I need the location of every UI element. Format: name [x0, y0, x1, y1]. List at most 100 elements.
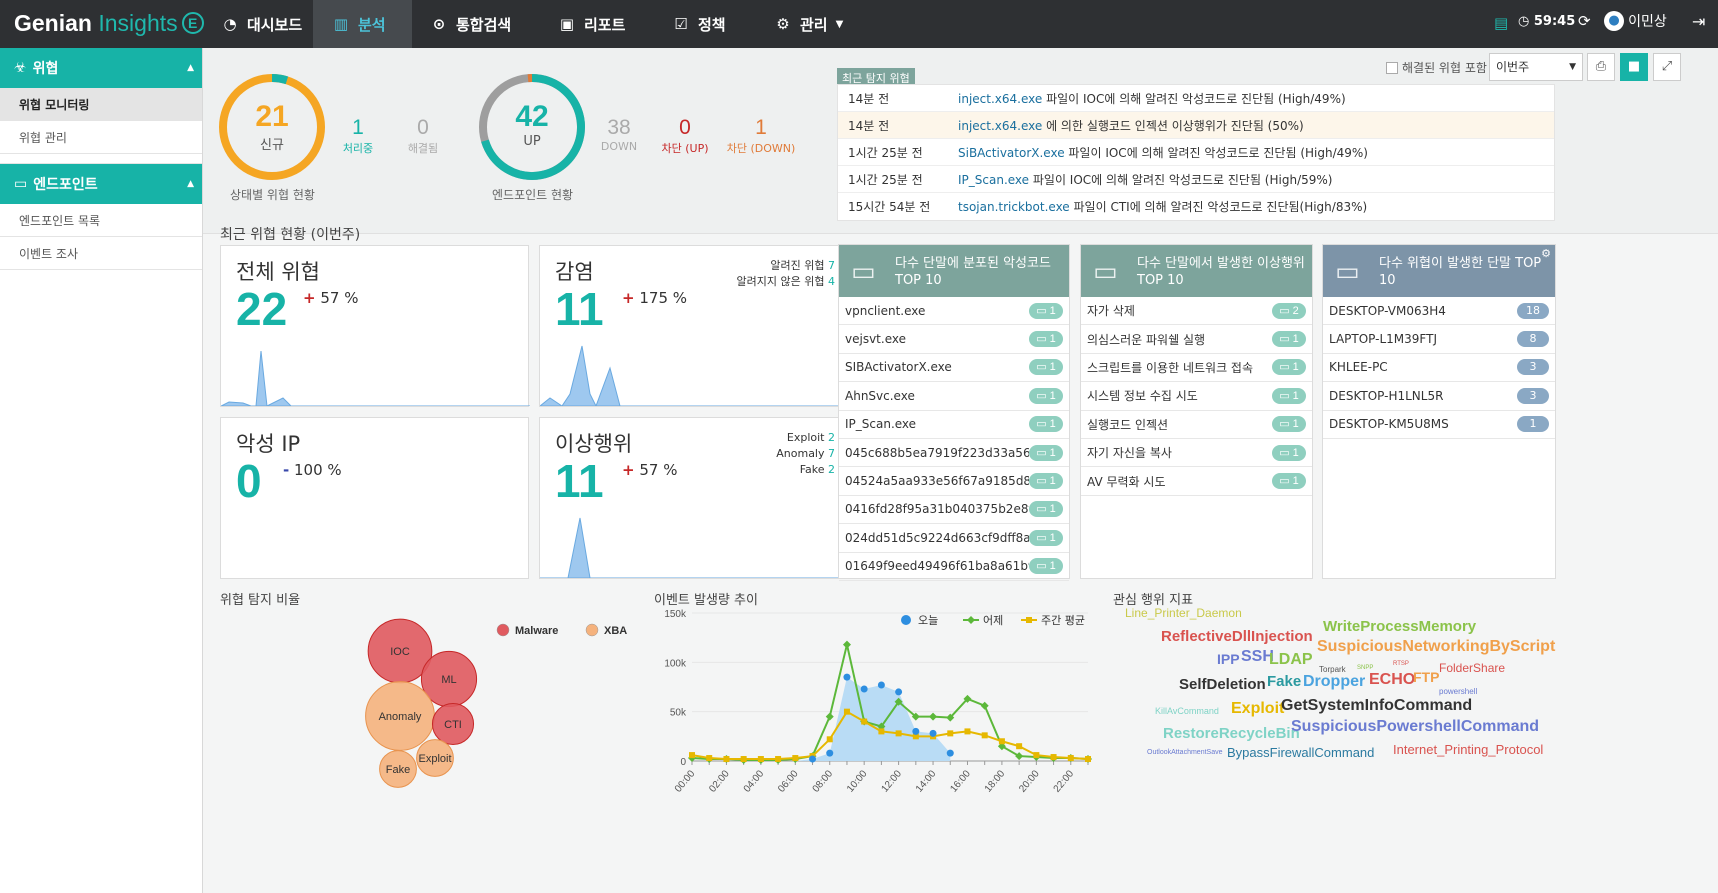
row-file-link[interactable]: inject.x64.exe: [958, 119, 1042, 133]
list-item[interactable]: AhnSvc.exe ▭ 1: [839, 382, 1069, 411]
list-item[interactable]: 자가 삭제 ▭ 2: [1081, 297, 1312, 326]
word-cloud-term[interactable]: Line_Printer_Daemon: [1125, 606, 1242, 620]
gear-icon: ⚙: [776, 15, 790, 33]
list-item[interactable]: IP_Scan.exe ▭ 1: [839, 411, 1069, 439]
nav-policy[interactable]: ☑ 정책: [650, 0, 750, 48]
stat-blocked-up[interactable]: 0 차단 (UP): [659, 116, 711, 156]
threat-donut-caption: 상태별 위협 현황: [230, 188, 315, 202]
card-malicious-ip[interactable]: 악성 IP 0 - 100 %: [220, 417, 529, 579]
word-cloud-term[interactable]: SelfDeletion: [1179, 676, 1266, 693]
list-item[interactable]: KHLEE-PC 3: [1323, 354, 1555, 383]
include-resolved-label: 해결된 위협 포함: [1402, 61, 1487, 75]
count-badge: ▭ 1: [1272, 359, 1306, 376]
word-cloud-term[interactable]: SuspiciousNetworkingByScript: [1317, 638, 1555, 656]
table-row[interactable]: 14분 전 inject.x64.exe 에 의한 실행코드 인젝션 이상행위가 …: [838, 112, 1554, 139]
word-cloud-term[interactable]: SuspiciousPowershellCommand: [1291, 718, 1539, 736]
stop-button[interactable]: ■: [1620, 53, 1648, 81]
word-cloud-term[interactable]: RTSP: [1393, 661, 1409, 667]
nav-analysis[interactable]: ▥ 분석: [313, 0, 412, 48]
word-cloud-term[interactable]: GetSystemInfoCommand: [1281, 697, 1472, 715]
blocked-up-count: 0: [679, 116, 691, 139]
list-item[interactable]: vejsvt.exe ▭ 1: [839, 325, 1069, 354]
word-cloud-term[interactable]: ECHO: [1369, 671, 1415, 689]
sidebar-item-threat-management[interactable]: 위협 관리: [0, 121, 202, 154]
list-item[interactable]: DESKTOP-VM063H4 18: [1323, 297, 1555, 326]
word-cloud-term[interactable]: FolderShare: [1439, 661, 1505, 675]
word-cloud-term[interactable]: BypassFirewallCommand: [1227, 745, 1374, 760]
fullscreen-button[interactable]: ⤢: [1653, 53, 1681, 81]
print-button[interactable]: ⎙: [1587, 53, 1615, 81]
list-item[interactable]: LAPTOP-L1M39FTJ 8: [1323, 325, 1555, 354]
genian-insights-logo[interactable]: Genian Insights E: [14, 10, 204, 37]
list-item[interactable]: 024dd51d5c9224d663cf9dff8a8e37...▭ 1: [839, 524, 1069, 553]
word-cloud-term[interactable]: IPP: [1217, 651, 1240, 667]
list-item[interactable]: 01649f9eed49496f61ba8a61b989de...▭ 1: [839, 553, 1069, 581]
word-cloud-term[interactable]: FTP: [1413, 669, 1439, 685]
sidebar-item-endpoint-list[interactable]: 엔드포인트 목록: [0, 204, 202, 237]
sidebar-item-threat-monitoring[interactable]: 위협 모니터링: [0, 88, 202, 121]
side-value: 2: [828, 463, 835, 476]
row-file-link[interactable]: SiBActivatorX.exe: [958, 146, 1065, 160]
table-row[interactable]: 14분 전 inject.x64.exe 파일이 IOC에 의해 알려진 악성코드…: [838, 85, 1554, 112]
word-cloud-term[interactable]: powershell: [1439, 687, 1477, 696]
list-item[interactable]: vpnclient.exe ▭ 1: [839, 297, 1069, 326]
list-item[interactable]: 시스템 정보 수집 시도 ▭ 1: [1081, 382, 1312, 411]
series-point: [878, 728, 885, 735]
refresh-icon[interactable]: ⟳: [1578, 12, 1591, 30]
panel-header: ▭ ⚙ 다수 위협이 발생한 단말 TOP 10: [1323, 245, 1555, 297]
nav-report[interactable]: ▣ 리포트: [536, 0, 644, 48]
logout-icon[interactable]: ⇥: [1692, 12, 1705, 31]
row-file-link[interactable]: IP_Scan.exe: [958, 173, 1029, 187]
row-text: 파일이 IOC에 의해 알려진 악성코드로 진단됨 (High/49%): [1042, 91, 1346, 106]
word-cloud-term[interactable]: OutlookAttachmentSave: [1147, 749, 1223, 756]
card-infection[interactable]: 감염 11 + 175 % 알려진 위협 7 알려지지 않은 위협 4: [539, 245, 849, 407]
panel-list: vpnclient.exe ▭ 1 vejsvt.exe ▭ 1 SIBActivato…: [839, 297, 1069, 581]
user-menu[interactable]: ● 이민상: [1604, 11, 1667, 31]
monitor-icon: ▭: [1335, 257, 1360, 287]
monitor-icon: ▭: [1279, 361, 1293, 374]
nav-admin[interactable]: ⚙ 관리 ▼: [752, 0, 872, 48]
stat-blocked-down[interactable]: 1 차단 (DOWN): [725, 116, 797, 156]
list-item[interactable]: 045c688b5ea7919f223d33a56e16e4...▭ 1: [839, 439, 1069, 468]
nav-unified-search[interactable]: ⊙ 통합검색: [408, 0, 543, 48]
list-item[interactable]: 04524a5aa933e56f67a9185d82f616...▭ 1: [839, 467, 1069, 496]
list-item[interactable]: 자기 자신을 복사 ▭ 1: [1081, 439, 1312, 468]
table-row[interactable]: 1시간 25분 전 SiBActivatorX.exe 파일이 IOC에 의해 알…: [838, 139, 1554, 166]
word-cloud-term[interactable]: WriteProcessMemory: [1323, 618, 1476, 635]
stat-resolved[interactable]: 0 해결됨: [398, 116, 448, 156]
word-cloud-term[interactable]: Internet_Printing_Protocol: [1393, 742, 1543, 757]
list-item[interactable]: 0416fd28f95a31b040375b2e8f3065...▭ 1: [839, 496, 1069, 525]
card-total-threat[interactable]: 전체 위협 22 + 57 %: [220, 245, 530, 407]
word-cloud-term[interactable]: LDAP: [1269, 651, 1313, 669]
word-cloud-term[interactable]: ReflectiveDllInjection: [1161, 628, 1313, 645]
table-row[interactable]: 15시간 54분 전 tsojan.trickbot.exe 파일이 CTI에 의…: [838, 193, 1554, 220]
period-select[interactable]: 이번주 ▼: [1489, 53, 1583, 81]
word-cloud-term[interactable]: Fake: [1267, 673, 1301, 690]
list-item[interactable]: AV 무력화 시도 ▭ 1: [1081, 467, 1312, 496]
word-cloud-term[interactable]: Exploit: [1231, 700, 1284, 718]
list-item[interactable]: DESKTOP-KM5U8MS 1: [1323, 411, 1555, 439]
list-item[interactable]: 실행코드 인젝션 ▭ 1: [1081, 411, 1312, 439]
list-item[interactable]: 스크립트를 이용한 네트워크 접속 ▭ 1: [1081, 354, 1312, 383]
settings-icon[interactable]: ⚙: [1541, 247, 1551, 260]
nav-dashboard[interactable]: ◔ 대시보드: [199, 0, 313, 48]
list-item[interactable]: 의심스러운 파워쉘 실행 ▭ 1: [1081, 325, 1312, 354]
card-anomaly[interactable]: 이상행위 11 + 57 % Exploit 2 Anomaly 7 Fake …: [539, 417, 849, 579]
database-icon[interactable]: ▤: [1494, 14, 1508, 32]
sidebar-section-endpoint[interactable]: ▭ 엔드포인트 ▲: [0, 164, 202, 204]
list-item-name: 자가 삭제: [1087, 304, 1135, 319]
row-file-link[interactable]: tsojan.trickbot.exe: [958, 200, 1070, 214]
table-row[interactable]: 1시간 25분 전 IP_Scan.exe 파일이 IOC에 의해 알려진 악성코…: [838, 166, 1554, 193]
word-cloud-term[interactable]: Dropper: [1303, 673, 1365, 691]
include-resolved-checkbox[interactable]: 해결된 위협 포함: [1386, 59, 1487, 76]
word-cloud-term[interactable]: RestoreRecycleBin: [1163, 725, 1300, 742]
row-file-link[interactable]: inject.x64.exe: [958, 92, 1042, 106]
word-cloud-term[interactable]: KillAvCommand: [1155, 706, 1219, 716]
list-item[interactable]: SIBActivatorX.exe ▭ 1: [839, 354, 1069, 383]
sidebar-section-threat[interactable]: ☣ 위협 ▲: [0, 48, 202, 88]
list-item-name: 04524a5aa933e56f67a9185d82f616...: [845, 474, 1029, 489]
stat-down[interactable]: 38 DOWN: [595, 116, 643, 153]
sidebar-item-event-investigation[interactable]: 이벤트 조사: [0, 237, 202, 270]
list-item[interactable]: DESKTOP-H1LNL5R 3: [1323, 382, 1555, 411]
stat-in-progress[interactable]: 1 처리중: [333, 116, 383, 156]
